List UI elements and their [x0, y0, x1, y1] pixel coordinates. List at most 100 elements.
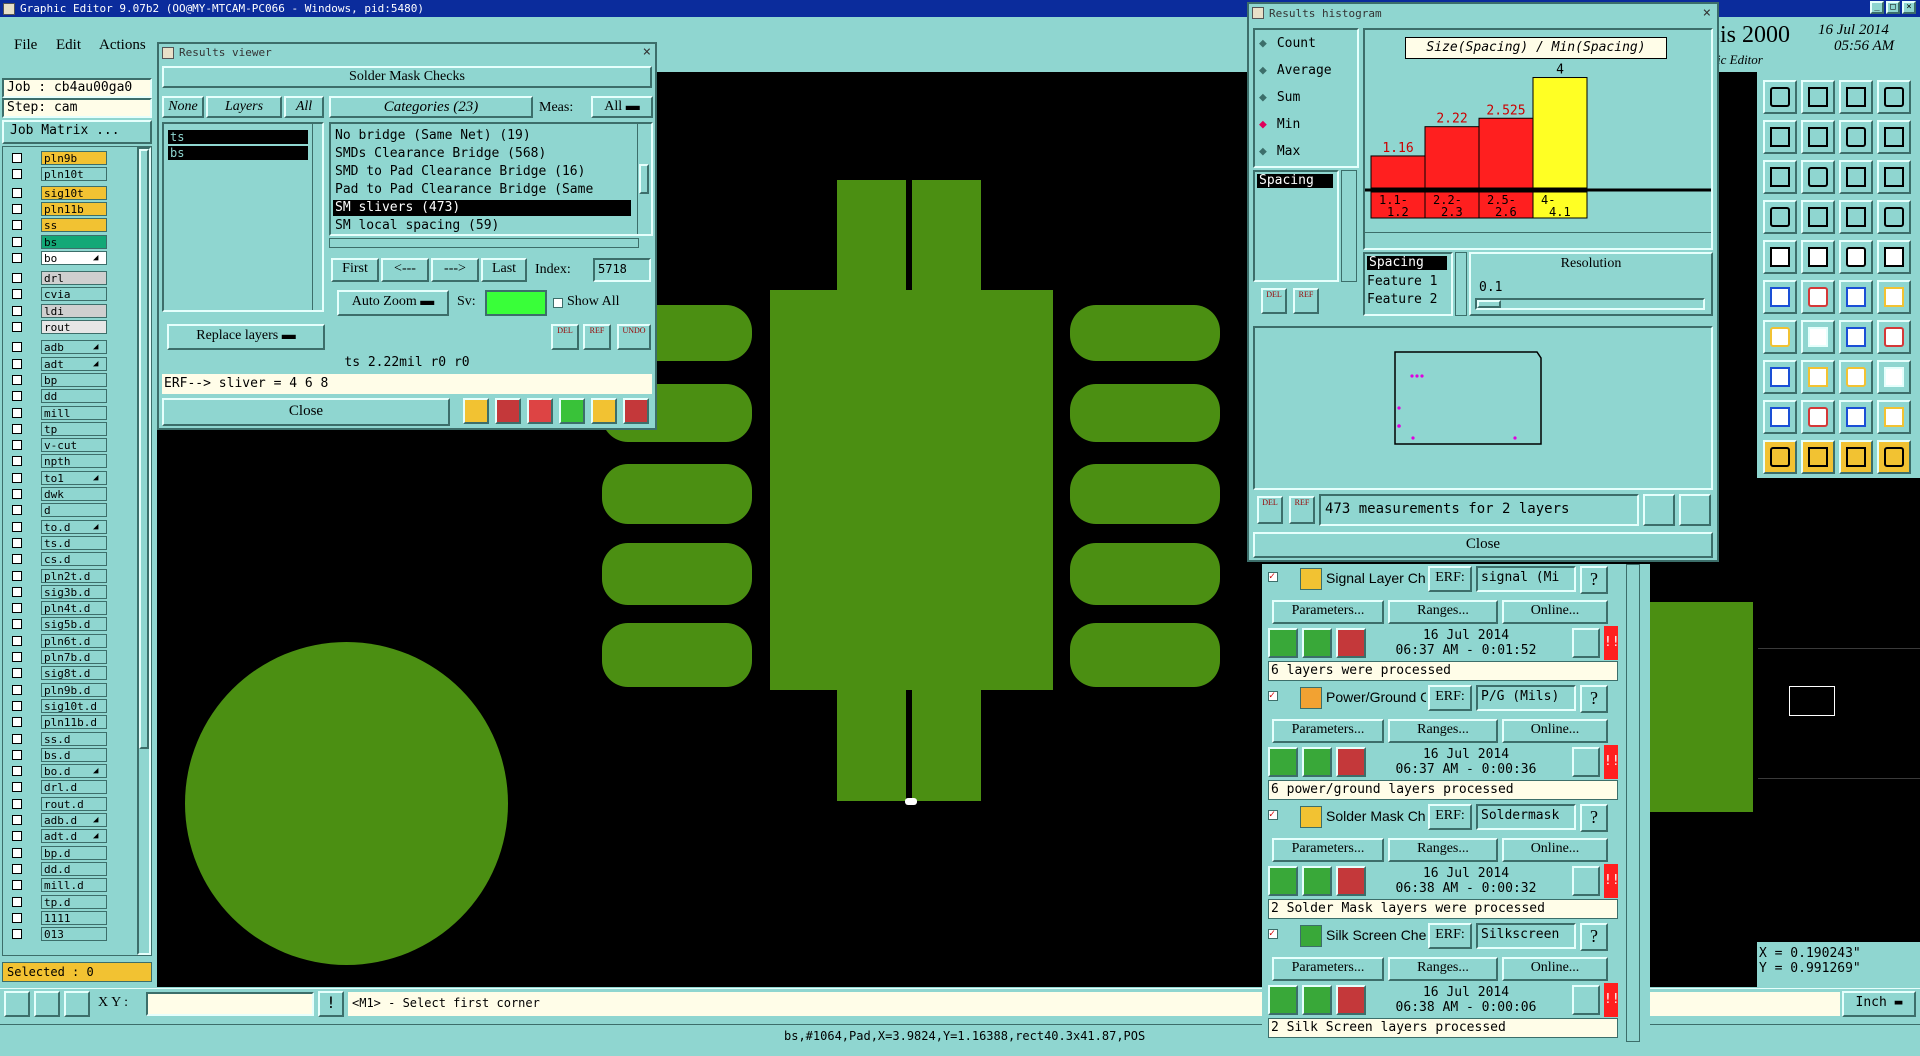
run-all-icon[interactable]: [1302, 866, 1332, 896]
layer-checkbox[interactable]: [12, 586, 22, 597]
layer-row[interactable]: rout.d: [9, 796, 123, 811]
layers-button[interactable]: Layers: [206, 96, 282, 118]
screen-icon[interactable]: [495, 398, 521, 424]
check-name[interactable]: Power/Ground C: [1326, 689, 1426, 705]
diagonal-icon[interactable]: [1877, 280, 1911, 314]
layer-row[interactable]: adt.d ◢: [9, 829, 123, 844]
check-help-button[interactable]: ?: [1580, 804, 1608, 832]
layer-row[interactable]: rout: [9, 320, 123, 334]
layer-row[interactable]: pln11b.d: [9, 715, 123, 730]
layer-row[interactable]: bo ◢: [9, 250, 123, 265]
arc-icon[interactable]: [1801, 400, 1835, 434]
layer-name[interactable]: drl.d: [41, 780, 107, 795]
layer-name[interactable]: tp: [41, 421, 107, 436]
layer-checkbox[interactable]: [12, 456, 22, 467]
layer-row[interactable]: sig5b.d: [9, 617, 123, 632]
layer-name[interactable]: dd: [41, 389, 107, 404]
category-item[interactable]: No bridge (Same Net) (19): [333, 128, 631, 144]
layer-checkbox[interactable]: [12, 700, 22, 711]
layer-row[interactable]: sig3b.d: [9, 584, 123, 599]
zoom-results-icon[interactable]: [1572, 628, 1600, 658]
overview-viewport[interactable]: [1789, 686, 1835, 716]
measure-icon[interactable]: [1839, 240, 1873, 274]
last-button[interactable]: Last: [481, 258, 527, 282]
measure-field-list[interactable]: Spacing Feature 1 Feature 2: [1363, 252, 1453, 316]
layer-checkbox[interactable]: [12, 749, 22, 760]
grid-icon[interactable]: [64, 991, 90, 1017]
stop-icon[interactable]: [1336, 628, 1366, 658]
layer-row[interactable]: drl: [9, 271, 123, 286]
layer-name[interactable]: pln10t: [41, 167, 107, 182]
number-icon[interactable]: [559, 398, 585, 424]
layer-name[interactable]: bp.d: [41, 845, 107, 860]
layer-list-scroll-thumb[interactable]: [139, 149, 149, 749]
results-viewer-close-button[interactable]: Close: [162, 398, 450, 426]
layer-item-ts[interactable]: ts: [168, 130, 308, 144]
measure-icon[interactable]: [34, 991, 60, 1017]
layer-checkbox[interactable]: [12, 472, 22, 483]
layer-name[interactable]: pln11b.d: [41, 715, 107, 730]
stop-icon[interactable]: [1336, 866, 1366, 896]
parameters-button[interactable]: Parameters...: [1272, 838, 1384, 862]
layer-row[interactable]: pln6t.d: [9, 633, 123, 648]
layer-name[interactable]: 013: [41, 927, 107, 942]
layer-row[interactable]: ldi: [9, 303, 123, 318]
layer-selection-scrollbar[interactable]: [312, 124, 322, 310]
run-icon[interactable]: [1268, 985, 1298, 1015]
prev-button[interactable]: <---: [381, 258, 429, 282]
layer-checkbox[interactable]: [12, 815, 22, 825]
layer-checkbox[interactable]: [12, 847, 22, 858]
layer-checkbox[interactable]: [12, 153, 22, 163]
layer-name[interactable]: ss.d: [41, 731, 107, 746]
maximize-icon[interactable]: □: [1886, 1, 1900, 14]
aggregate-option[interactable]: ◆ Count: [1259, 36, 1316, 52]
ref-button[interactable]: REF: [583, 324, 611, 350]
open-icon[interactable]: [1763, 80, 1797, 114]
layer-checkbox[interactable]: [12, 358, 22, 369]
layer-checkbox[interactable]: [12, 236, 22, 247]
compare-chart-icon[interactable]: [1679, 494, 1711, 526]
layer-checkbox[interactable]: [12, 423, 22, 434]
ruler-icon[interactable]: [1839, 200, 1873, 234]
layer-checkbox[interactable]: [12, 440, 22, 451]
zoom-fit-icon[interactable]: [1839, 120, 1873, 154]
layer-checkbox[interactable]: [12, 684, 22, 695]
pointer-icon[interactable]: [1763, 440, 1797, 474]
parameters-button[interactable]: Parameters...: [1272, 600, 1384, 624]
parameters-button[interactable]: Parameters...: [1272, 957, 1384, 981]
layer-row[interactable]: dd: [9, 389, 123, 404]
category-item[interactable]: SM slivers (473): [333, 200, 631, 216]
pan-left-icon[interactable]: [1763, 120, 1797, 154]
online-button[interactable]: Online...: [1502, 957, 1608, 981]
layer-name[interactable]: mill: [41, 405, 107, 420]
rotate-icon[interactable]: [1839, 320, 1873, 354]
stop-icon[interactable]: [1336, 985, 1366, 1015]
layer-name[interactable]: ts.d: [41, 535, 107, 550]
category-scroll-thumb[interactable]: [639, 164, 649, 194]
ratio-icon[interactable]: [1839, 160, 1873, 194]
index-input[interactable]: 5718: [593, 258, 651, 282]
erf-value[interactable]: Soldermask: [1476, 804, 1576, 830]
layer-checkbox[interactable]: [12, 505, 22, 516]
online-button[interactable]: Online...: [1502, 719, 1608, 743]
layer-name[interactable]: pln11b: [41, 201, 107, 216]
layer-name[interactable]: dd.d: [41, 861, 107, 876]
layer-name[interactable]: sig10t.d: [41, 698, 107, 713]
undo-button[interactable]: UNDO: [617, 324, 651, 350]
layer-selection-list[interactable]: ts bs: [162, 122, 324, 312]
layer-name[interactable]: rout.d: [41, 796, 107, 811]
zoom-in-icon[interactable]: [1801, 160, 1835, 194]
layer-row[interactable]: sig10t: [9, 185, 123, 200]
target-icon[interactable]: [1877, 240, 1911, 274]
check-help-button[interactable]: ?: [1580, 923, 1608, 951]
resolution-slider-thumb[interactable]: [1477, 300, 1501, 308]
check-name[interactable]: Silk Screen Che: [1326, 927, 1426, 943]
layer-row[interactable]: adb.d ◢: [9, 813, 123, 827]
erf-value[interactable]: signal (Mi: [1476, 566, 1576, 592]
layer-name[interactable]: pln2t.d: [41, 568, 107, 583]
snap-grid-icon[interactable]: [1839, 360, 1873, 394]
layer-checkbox[interactable]: [12, 831, 22, 842]
layer-row[interactable]: dd.d: [9, 861, 123, 876]
all-layers-button[interactable]: All: [284, 96, 324, 118]
layer-row[interactable]: pln9b: [9, 151, 123, 165]
